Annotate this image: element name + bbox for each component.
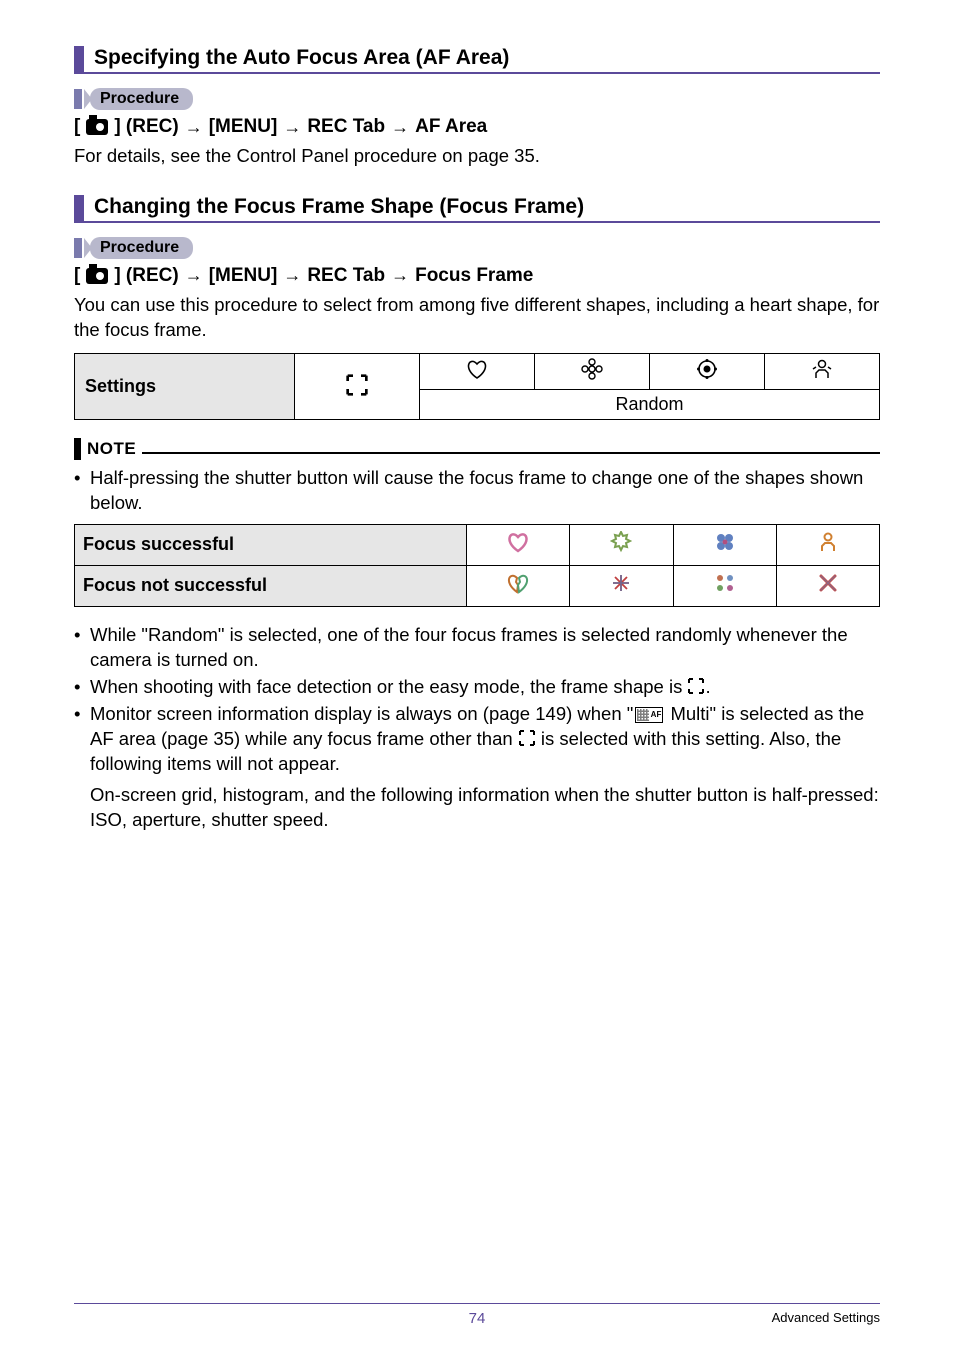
settings-random: Random [420, 389, 880, 419]
heading-accent-bar [74, 46, 84, 72]
arrow-icon: → [391, 265, 409, 286]
camera-icon [86, 119, 108, 135]
path-rec-tab: REC Tab [307, 116, 385, 138]
bullet-text-pre: Monitor screen information display is al… [90, 703, 633, 724]
path-menu: [MENU] [209, 265, 278, 287]
shape-brackets-icon [295, 353, 420, 419]
bullet-monitor-info: Monitor screen information display is al… [74, 702, 880, 777]
multi-af-icon [635, 707, 663, 723]
path-menu: [MENU] [209, 116, 278, 138]
heading-accent-bar [74, 195, 84, 221]
flower-success-icon [570, 524, 673, 565]
path-rec: ] (REC) [114, 116, 178, 138]
brackets-icon [687, 677, 705, 695]
settings-label: Settings [75, 353, 295, 419]
path-rec: ] (REC) [114, 265, 178, 287]
focus-frame-intro: You can use this procedure to select fro… [74, 293, 880, 343]
table-row: Focus successful [75, 524, 880, 565]
procedure-label: Procedure [74, 88, 880, 110]
note-header: NOTE [74, 438, 880, 460]
brackets-icon [518, 729, 536, 747]
af-area-body: For details, see the Control Panel proce… [74, 144, 880, 169]
arrow-icon: → [283, 265, 301, 286]
section-heading-af-area: Specifying the Auto Focus Area (AF Area) [74, 46, 880, 74]
procedure-label: Procedure [74, 237, 880, 259]
heart-success-icon [467, 524, 570, 565]
focus-not-successful-label: Focus not successful [75, 565, 467, 606]
table-row: Focus not successful [75, 565, 880, 606]
bullet-face-detection: When shooting with face detection or the… [74, 675, 880, 700]
person-fail-icon [776, 565, 879, 606]
path-focus-frame: Focus Frame [415, 265, 533, 287]
menu-path-af-area: [ ] (REC) → [MENU] → REC Tab → AF Area [74, 116, 880, 138]
note-bullets: Half-pressing the shutter button will ca… [74, 466, 880, 516]
section-heading-focus-frame: Changing the Focus Frame Shape (Focus Fr… [74, 195, 880, 223]
arrow-icon: → [185, 265, 203, 286]
shape-heart-icon [420, 353, 535, 389]
arrow-icon: → [283, 117, 301, 138]
settings-table: Settings Random [74, 353, 880, 420]
clover-fail-icon [673, 565, 776, 606]
procedure-pill-text: Procedure [90, 237, 193, 259]
camera-icon [86, 268, 108, 284]
page-footer: 74 Advanced Settings [74, 1303, 880, 1327]
path-af-area: AF Area [415, 116, 487, 138]
person-success-icon [776, 524, 879, 565]
path-bracket-open: [ [74, 265, 80, 287]
bullet-text-post: . [705, 676, 710, 697]
path-bracket-open: [ [74, 116, 80, 138]
focus-result-table: Focus successful Focus not successful [74, 524, 880, 607]
bullet-text-pre: When shooting with face detection or the… [90, 676, 687, 697]
arrow-icon: → [391, 117, 409, 138]
heading-title: Changing the Focus Frame Shape (Focus Fr… [94, 195, 584, 221]
footer-section: Advanced Settings [772, 1310, 880, 1325]
heart-fail-icon [467, 565, 570, 606]
page-number: 74 [469, 1310, 486, 1327]
procedure-pill-text: Procedure [90, 88, 193, 110]
clover-success-icon [673, 524, 776, 565]
note-bullet-1: Half-pressing the shutter button will ca… [74, 466, 880, 516]
shape-person-icon [765, 353, 880, 389]
focus-successful-label: Focus successful [75, 524, 467, 565]
note-label: NOTE [87, 439, 136, 459]
after-bullets: While "Random" is selected, one of the f… [74, 623, 880, 777]
bullet-random: While "Random" is selected, one of the f… [74, 623, 880, 673]
flower-fail-icon [570, 565, 673, 606]
arrow-icon: → [185, 117, 203, 138]
menu-path-focus-frame: [ ] (REC) → [MENU] → REC Tab → Focus Fram… [74, 265, 880, 287]
shape-flower-icon [535, 353, 650, 389]
bullet-continuation: On-screen grid, histogram, and the follo… [74, 783, 880, 833]
path-rec-tab: REC Tab [307, 265, 385, 287]
heading-title: Specifying the Auto Focus Area (AF Area) [94, 46, 509, 72]
shape-ring-icon [650, 353, 765, 389]
